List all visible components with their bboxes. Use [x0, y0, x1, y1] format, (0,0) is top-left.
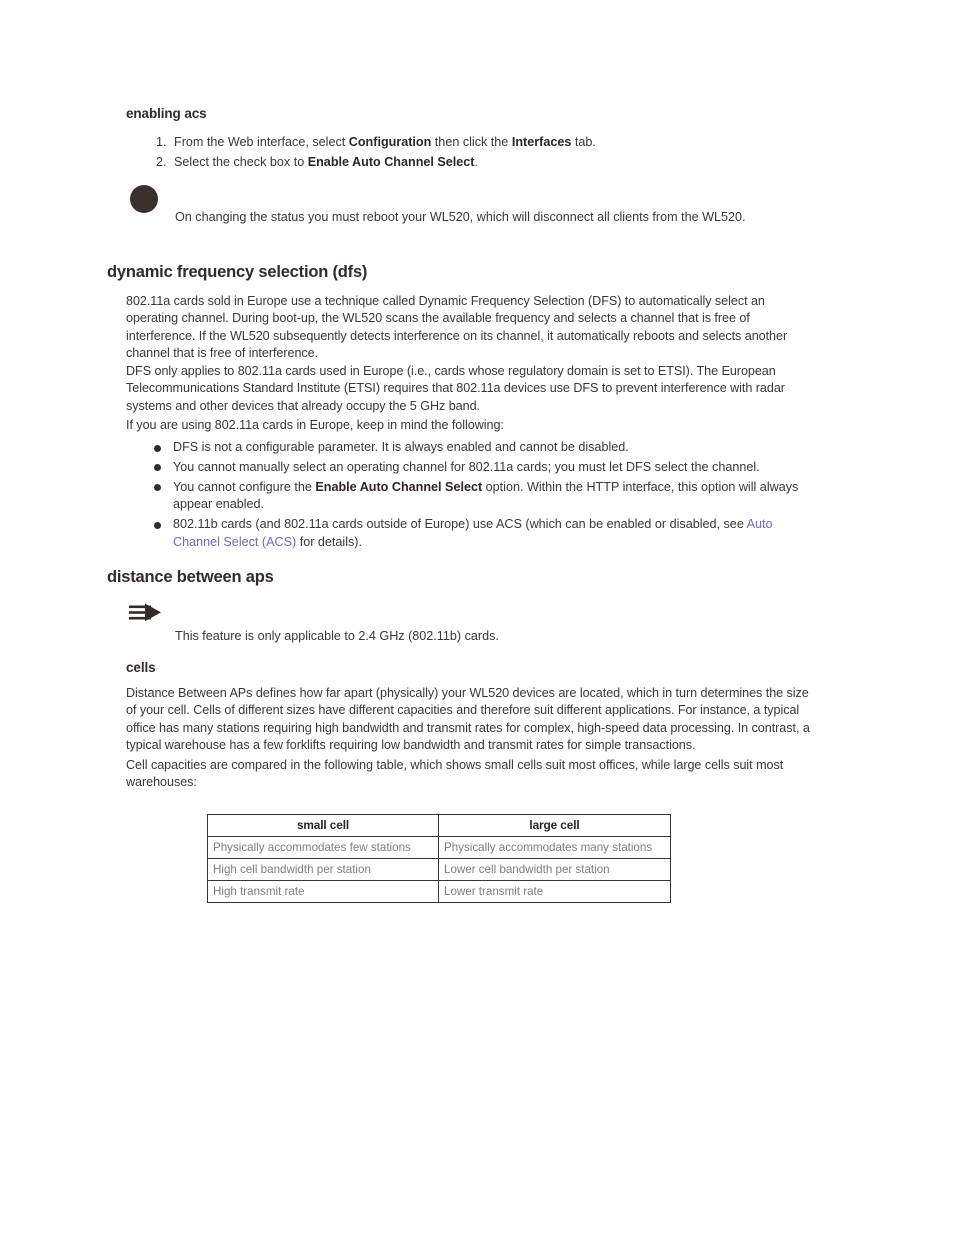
- table-cell: High transmit rate: [207, 880, 439, 903]
- table-row: Physically accommodates few stations Phy…: [207, 836, 671, 859]
- text-run: You cannot configure the: [173, 479, 316, 494]
- dfs-bullet-list: DFS is not a configurable parameter. It …: [146, 439, 818, 553]
- dfs-paragraph-1: 802.11a cards sold in Europe use a techn…: [126, 294, 788, 360]
- heading-distance-between-aps: distance between aps: [107, 568, 274, 586]
- list-item: DFS is not a configurable parameter. It …: [146, 439, 818, 456]
- table-header-row: small cell large cell: [207, 814, 671, 837]
- bullet-icon: [154, 484, 161, 492]
- note-arrow-icon: [129, 602, 171, 626]
- list-item: You cannot manually select an operating …: [146, 459, 818, 476]
- bullet-icon: [154, 521, 161, 529]
- list-item-text: From the Web interface, select Configura…: [174, 135, 596, 149]
- text-run: Select the check box to: [174, 154, 308, 169]
- text-run: for details).: [296, 534, 362, 549]
- heading-cells: cells: [126, 660, 156, 675]
- enabling-acs-note-text: On changing the status you must reboot y…: [175, 210, 746, 224]
- dfs-paragraph-3: If you are using 802.11a cards in Europe…: [126, 418, 504, 432]
- cells-paragraph-2: Cell capacities are compared in the foll…: [126, 758, 784, 790]
- emphasis-text: Interfaces: [511, 135, 572, 149]
- text-run: then click the: [431, 135, 512, 149]
- list-item-text: You cannot configure the Enable Auto Cha…: [173, 480, 798, 511]
- dfs-paragraph-2: DFS only applies to 802.11a cards used i…: [126, 364, 785, 413]
- text-run: From the Web interface, select: [174, 135, 349, 149]
- caution-circle-icon: [130, 185, 158, 213]
- list-item-text: You cannot manually select an operating …: [173, 460, 760, 474]
- list-item-text: DFS is not a configurable parameter. It …: [173, 440, 629, 454]
- table-cell: Lower cell bandwidth per station: [438, 858, 671, 881]
- text-run: DFS is not a configurable parameter. It …: [173, 440, 629, 454]
- cells-paragraph-1: Distance Between APs defines how far apa…: [126, 686, 810, 752]
- document-page: enabling acs 1. From the Web interface, …: [0, 0, 954, 1235]
- table-row: High transmit rate Lower transmit rate: [207, 880, 671, 903]
- list-number: 2.: [156, 154, 167, 169]
- list-item: 1. From the Web interface, select Config…: [126, 133, 826, 153]
- list-item: 802.11b cards (and 802.11a cards outside…: [146, 516, 818, 551]
- list-item-text: 802.11b cards (and 802.11a cards outside…: [173, 517, 773, 548]
- list-item: 2. Select the check box to Enable Auto C…: [126, 153, 826, 173]
- list-item: You cannot configure the Enable Auto Cha…: [146, 479, 818, 514]
- enabling-acs-steps: 1. From the Web interface, select Config…: [126, 133, 826, 172]
- list-number: 1.: [156, 135, 167, 149]
- emphasis-text: Configuration: [348, 135, 432, 149]
- heading-enabling-acs: enabling acs: [126, 106, 207, 121]
- text-run: tab.: [571, 135, 596, 149]
- bullet-icon: [154, 464, 161, 472]
- text-run: 802.11b cards (and 802.11a cards outside…: [173, 517, 747, 532]
- text-run: You cannot manually select an operating …: [173, 459, 760, 474]
- table-cell: High cell bandwidth per station: [207, 858, 439, 881]
- list-item-text: Select the check box to Enable Auto Chan…: [174, 155, 478, 169]
- emphasis-text: Enable Auto Channel Select: [315, 479, 483, 494]
- table-cell: Physically accommodates few stations: [207, 836, 439, 859]
- heading-dynamic-frequency-selection: dynamic frequency selection (dfs): [107, 263, 368, 281]
- table-row: High cell bandwidth per station Lower ce…: [207, 858, 671, 881]
- distance-between-aps-note-text: This feature is only applicable to 2.4 G…: [175, 629, 499, 643]
- bullet-icon: [154, 444, 161, 452]
- table-header-cell: small cell: [207, 814, 439, 837]
- table-cell: Physically accommodates many stations: [438, 836, 671, 859]
- text-run: .: [474, 154, 479, 169]
- emphasis-text: Enable Auto Channel Select: [307, 154, 475, 169]
- table-header-cell: large cell: [438, 814, 671, 837]
- cell-capacity-table: small cell large cell Physically accommo…: [207, 814, 671, 903]
- table-cell: Lower transmit rate: [438, 880, 671, 903]
